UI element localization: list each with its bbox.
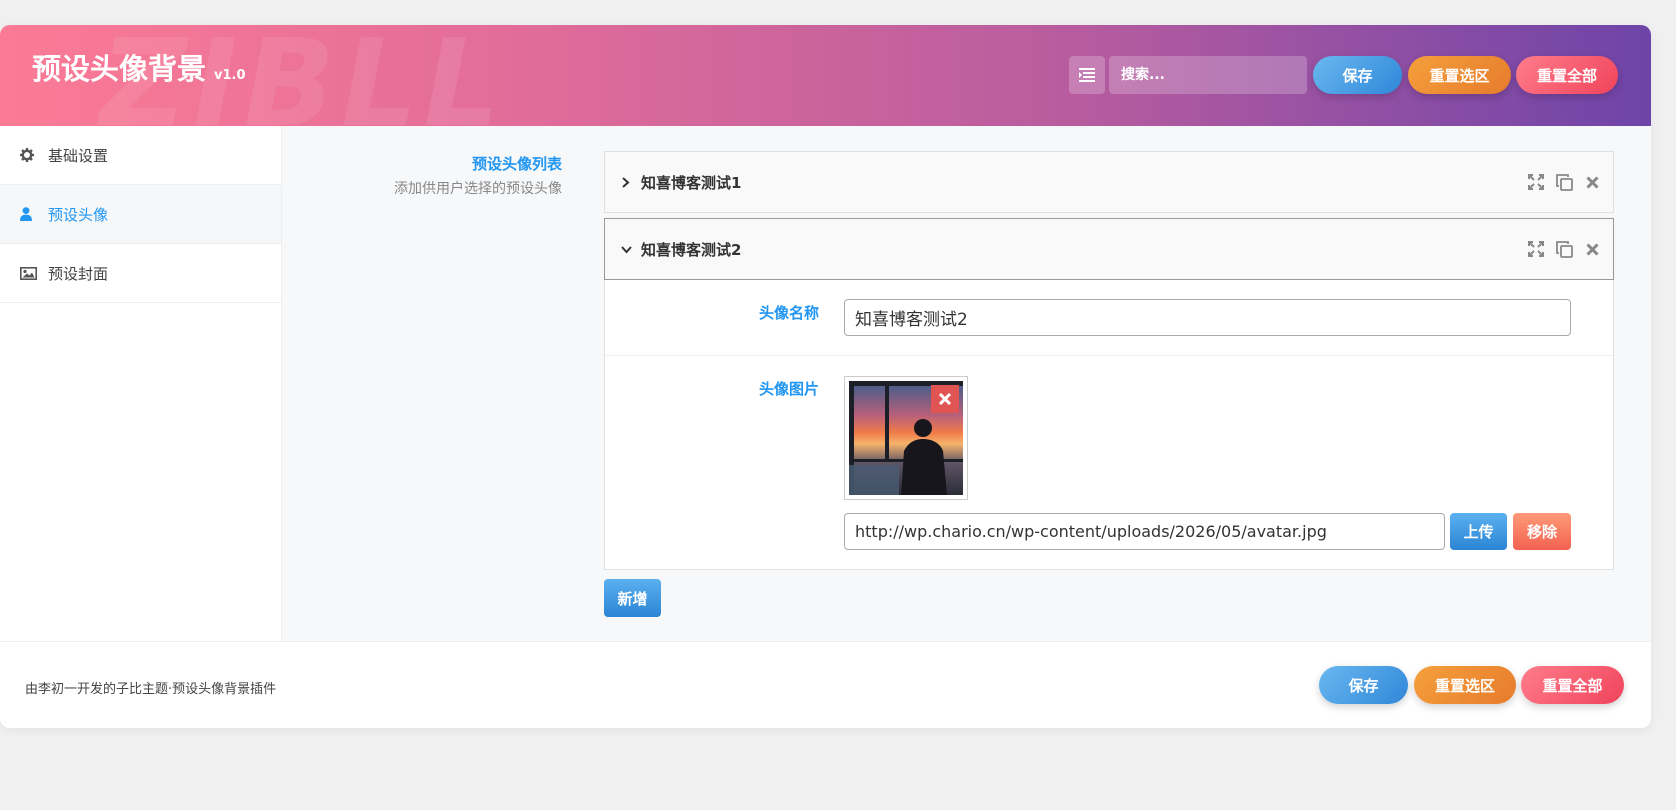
add-avatar-button[interactable]: 新增 [604, 579, 661, 617]
group-actions [1527, 173, 1601, 191]
reset-section-button[interactable]: 重置选区 [1408, 56, 1511, 94]
avatar-image-label: 头像图片 [758, 380, 819, 398]
save-button[interactable]: 保存 [1313, 56, 1402, 94]
close-icon [939, 393, 951, 405]
footer-reset-all-button[interactable]: 重置全部 [1521, 666, 1624, 704]
remove-image-button[interactable] [931, 385, 959, 413]
reset-all-button[interactable]: 重置全部 [1516, 56, 1618, 94]
search-input[interactable] [1109, 56, 1307, 94]
avatar-group-2: 知喜博客测试2 头像名称 知喜博客测试2 头像图片 http://wp.char… [604, 218, 1614, 570]
sidebar: 基础设置 预设头像 预设封面 [0, 126, 282, 641]
page-title-text: 预设头像背景 [32, 52, 207, 86]
avatar-image-preview [844, 376, 968, 500]
version-label: v1.0 [214, 68, 246, 83]
avatar-name-row: 头像名称 [605, 280, 1613, 356]
group-header[interactable]: 知喜博客测试2 [604, 218, 1614, 280]
close-icon[interactable] [1583, 240, 1601, 258]
avatar-name-input[interactable] [844, 299, 1571, 336]
avatar-thumbnail [849, 381, 963, 495]
sidebar-item-label: 预设头像 [48, 205, 109, 224]
footer-reset-section-button[interactable]: 重置选区 [1414, 666, 1516, 704]
chevron-down-icon [621, 245, 635, 254]
avatar-image-row: 头像图片 http://wp.chario.cn/wp-content/uplo… [605, 356, 1613, 569]
upload-button[interactable]: 上传 [1450, 513, 1507, 550]
group-body: 头像名称 头像图片 [604, 280, 1614, 570]
field-title: 预设头像列表 [471, 155, 562, 173]
expand-icon[interactable] [1527, 240, 1545, 258]
group-title: 知喜博客测试2 [641, 240, 742, 259]
image-icon [20, 266, 38, 280]
user-icon [20, 207, 38, 221]
menu-toggle-button[interactable] [1069, 56, 1105, 94]
footer-save-button[interactable]: 保存 [1319, 666, 1408, 704]
chevron-right-icon [621, 176, 635, 188]
sidebar-item-preset-cover[interactable]: 预设封面 [0, 244, 281, 303]
copy-icon[interactable] [1555, 173, 1573, 191]
group-header[interactable]: 知喜博客测试1 [604, 151, 1614, 213]
copy-icon[interactable] [1555, 240, 1573, 258]
avatar-name-label: 头像名称 [758, 304, 819, 322]
avatar-group-1: 知喜博客测试1 [604, 151, 1614, 213]
avatar-image-url-input[interactable] [844, 513, 1445, 550]
footer: 由李初一开发的子比主题·预设头像背景插件 保存 重置选区 重置全部 [0, 641, 1651, 728]
gear-icon [20, 148, 38, 162]
sidebar-item-basic-settings[interactable]: 基础设置 [0, 126, 281, 185]
group-actions [1527, 240, 1601, 258]
close-icon[interactable] [1583, 173, 1601, 191]
field-description: 添加供用户选择的预设头像 [394, 181, 562, 197]
list-icon [1079, 68, 1095, 82]
expand-icon[interactable] [1527, 173, 1545, 191]
sidebar-item-label: 预设封面 [48, 264, 109, 283]
group-title: 知喜博客测试1 [641, 173, 742, 192]
options-panel: ZIBLL 预设头像背景v1.0 保存 重置选区 重置全部 [0, 25, 1651, 728]
sidebar-item-preset-avatar[interactable]: 预设头像 [0, 185, 281, 244]
remove-button[interactable]: 移除 [1513, 513, 1571, 550]
footer-credit: 由李初一开发的子比主题·预设头像背景插件 [25, 682, 277, 697]
main-content: 预设头像列表 添加供用户选择的预设头像 知喜博客测试1 知喜博客测试2 头像名称… [282, 126, 1651, 641]
page-title: 预设头像背景 v1.0 [32, 55, 246, 84]
header: ZIBLL 预设头像背景v1.0 保存 重置选区 重置全部 [0, 25, 1651, 126]
sidebar-item-label: 基础设置 [48, 146, 109, 165]
